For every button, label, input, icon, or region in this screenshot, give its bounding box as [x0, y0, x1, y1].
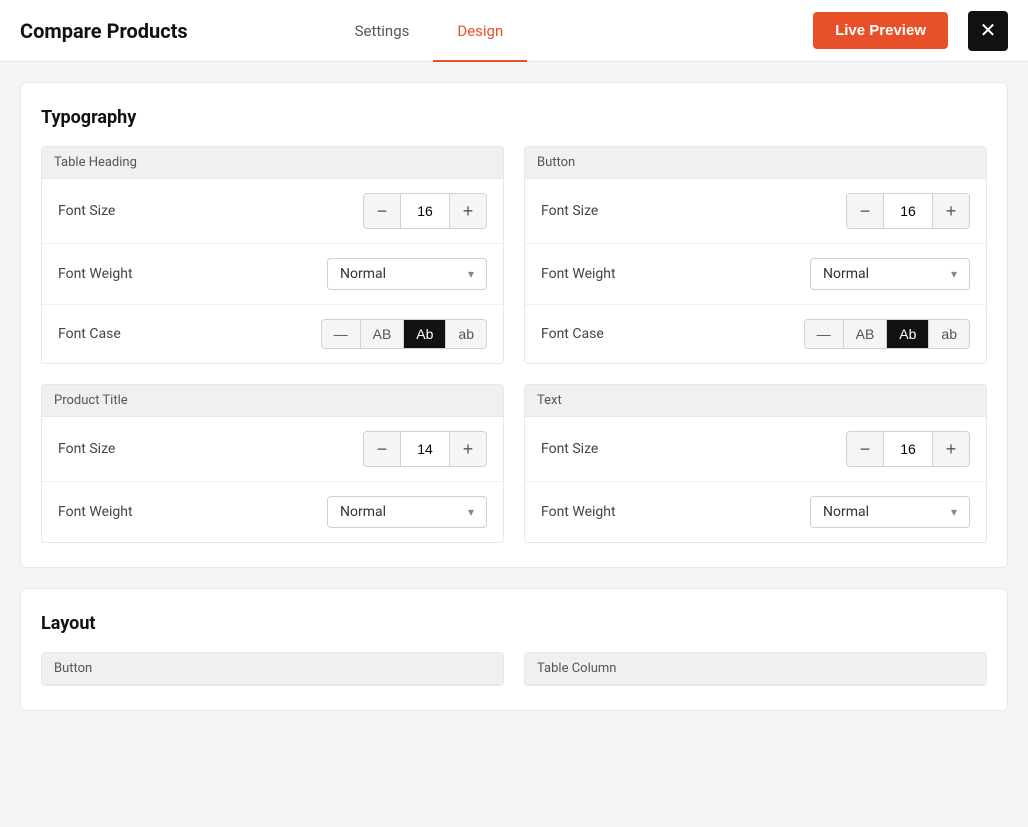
typography-card: Typography Table Heading Font Size − + F…	[20, 82, 1008, 568]
table-heading-font-case-group: — AB Ab ab	[321, 319, 487, 349]
table-heading-font-case-row: Font Case — AB Ab ab	[42, 305, 503, 363]
product-title-font-size-increment[interactable]: +	[450, 432, 486, 466]
font-case-upper[interactable]: AB	[361, 320, 405, 348]
product-title-font-weight-label: Font Weight	[58, 504, 133, 520]
product-title-section: Product Title Font Size − + Font Weight …	[41, 384, 504, 543]
close-button[interactable]: ✕	[968, 11, 1008, 51]
text-font-size-increment[interactable]: +	[933, 432, 969, 466]
button-font-weight-row: Font Weight Normal ▾	[525, 244, 986, 305]
btn-font-case-title[interactable]: Ab	[887, 320, 929, 348]
header: Compare Products Settings Design Live Pr…	[0, 0, 1028, 62]
header-actions: Live Preview ✕	[813, 11, 1008, 51]
layout-table-column-section: Table Column	[524, 652, 987, 686]
text-font-size-row: Font Size − +	[525, 417, 986, 482]
button-header: Button	[525, 147, 986, 179]
chevron-down-icon: ▾	[468, 267, 474, 281]
button-font-size-stepper: − +	[846, 193, 970, 229]
table-heading-font-weight-row: Font Weight Normal ▾	[42, 244, 503, 305]
chevron-down-icon: ▾	[951, 267, 957, 281]
table-heading-font-weight-label: Font Weight	[58, 266, 133, 282]
layout-title: Layout	[41, 613, 987, 634]
typography-title: Typography	[41, 107, 987, 128]
table-heading-font-size-increment[interactable]: +	[450, 194, 486, 228]
table-heading-font-size-decrement[interactable]: −	[364, 194, 400, 228]
text-font-weight-row: Font Weight Normal ▾	[525, 482, 986, 542]
product-title-font-weight-dropdown[interactable]: Normal ▾	[327, 496, 487, 528]
btn-font-case-none[interactable]: —	[805, 320, 844, 348]
layout-button-header: Button	[42, 653, 503, 685]
layout-table-column-header: Table Column	[525, 653, 986, 685]
font-case-lower[interactable]: ab	[446, 320, 486, 348]
table-heading-section: Table Heading Font Size − + Font Weight …	[41, 146, 504, 364]
layout-grid: Button Table Column	[41, 652, 987, 686]
product-title-font-weight-value: Normal	[340, 504, 386, 520]
tab-design[interactable]: Design	[433, 0, 527, 62]
button-font-size-row: Font Size − +	[525, 179, 986, 244]
typography-grid: Table Heading Font Size − + Font Weight …	[41, 146, 987, 543]
text-font-weight-value: Normal	[823, 504, 869, 520]
app-title: Compare Products	[20, 19, 188, 43]
text-font-size-value[interactable]	[883, 432, 933, 466]
live-preview-button[interactable]: Live Preview	[813, 12, 948, 49]
product-title-font-size-row: Font Size − +	[42, 417, 503, 482]
product-title-font-size-decrement[interactable]: −	[364, 432, 400, 466]
product-title-font-size-stepper: − +	[363, 431, 487, 467]
font-case-title[interactable]: Ab	[404, 320, 446, 348]
text-font-weight-label: Font Weight	[541, 504, 616, 520]
header-tabs: Settings Design	[331, 0, 528, 62]
table-heading-font-size-row: Font Size − +	[42, 179, 503, 244]
button-font-size-value[interactable]	[883, 194, 933, 228]
table-heading-header: Table Heading	[42, 147, 503, 179]
button-font-size-label: Font Size	[541, 203, 598, 219]
table-heading-font-size-stepper: − +	[363, 193, 487, 229]
product-title-font-size-label: Font Size	[58, 441, 115, 457]
text-font-size-label: Font Size	[541, 441, 598, 457]
font-case-none[interactable]: —	[322, 320, 361, 348]
button-section: Button Font Size − + Font Weight Normal …	[524, 146, 987, 364]
layout-card: Layout Button Table Column	[20, 588, 1008, 711]
product-title-font-weight-row: Font Weight Normal ▾	[42, 482, 503, 542]
text-font-size-decrement[interactable]: −	[847, 432, 883, 466]
text-section: Text Font Size − + Font Weight Normal ▾	[524, 384, 987, 543]
text-header: Text	[525, 385, 986, 417]
button-font-size-decrement[interactable]: −	[847, 194, 883, 228]
button-font-case-row: Font Case — AB Ab ab	[525, 305, 986, 363]
main-content: Typography Table Heading Font Size − + F…	[0, 62, 1028, 731]
product-title-header: Product Title	[42, 385, 503, 417]
button-font-weight-value: Normal	[823, 266, 869, 282]
text-font-size-stepper: − +	[846, 431, 970, 467]
button-font-weight-label: Font Weight	[541, 266, 616, 282]
text-font-weight-dropdown[interactable]: Normal ▾	[810, 496, 970, 528]
button-font-case-label: Font Case	[541, 326, 604, 342]
btn-font-case-upper[interactable]: AB	[844, 320, 888, 348]
chevron-down-icon: ▾	[951, 505, 957, 519]
product-title-font-size-value[interactable]	[400, 432, 450, 466]
button-font-weight-dropdown[interactable]: Normal ▾	[810, 258, 970, 290]
button-font-case-group: — AB Ab ab	[804, 319, 970, 349]
table-heading-font-size-value[interactable]	[400, 194, 450, 228]
button-font-size-increment[interactable]: +	[933, 194, 969, 228]
btn-font-case-lower[interactable]: ab	[929, 320, 969, 348]
table-heading-font-case-label: Font Case	[58, 326, 121, 342]
table-heading-font-weight-value: Normal	[340, 266, 386, 282]
tab-settings[interactable]: Settings	[331, 0, 434, 62]
table-heading-font-weight-dropdown[interactable]: Normal ▾	[327, 258, 487, 290]
table-heading-font-size-label: Font Size	[58, 203, 115, 219]
layout-button-section: Button	[41, 652, 504, 686]
chevron-down-icon: ▾	[468, 505, 474, 519]
